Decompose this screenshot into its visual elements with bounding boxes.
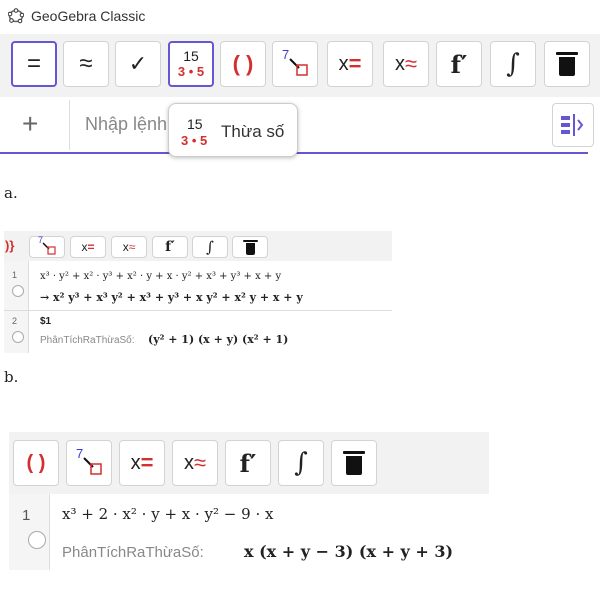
row-input[interactable]: x³ + 2 · x² · y + x · y² − 9 · x: [62, 505, 273, 523]
expand-tool-button-c[interactable]: ( ): [13, 440, 59, 486]
factor-top: 15: [183, 48, 199, 64]
derivative-tool-button-b[interactable]: f′: [152, 236, 188, 258]
row2-result: (y² + 1) (x + y) (x² + 1): [148, 333, 289, 346]
factor-label: PhânTíchRaThừaSố:: [62, 544, 204, 561]
row-separator: [4, 310, 392, 311]
row1-output: → x² y³ + x³ y² + x³ + y³ + x y² + x² y …: [40, 291, 303, 304]
row-visibility-toggle[interactable]: [28, 531, 46, 549]
row-number: 2: [12, 316, 18, 326]
row1-input[interactable]: x³ · y² + x² · y³ + x² · y + x · y² + x³…: [40, 271, 281, 282]
row-divider: [69, 100, 70, 150]
substitute-icon: 7: [74, 446, 104, 478]
row-number-gutter: [9, 494, 50, 570]
integral-tool-button-b[interactable]: ∫: [192, 236, 228, 258]
factor-tool-button[interactable]: 15 3 • 5: [168, 41, 214, 87]
row-number: 1: [22, 507, 31, 524]
expand-label: ( ): [232, 51, 254, 76]
row2-label: PhânTíchRaThừaSố:: [40, 335, 135, 346]
trash-icon: [242, 239, 258, 255]
derivative-tool-button-c[interactable]: f′: [225, 440, 271, 486]
row-number: 1: [12, 270, 18, 280]
integral-tool-button[interactable]: ∫: [490, 41, 536, 87]
solve-numeric-tool-button-b[interactable]: x ≈: [111, 236, 147, 258]
substitute-tool-button-b[interactable]: 7: [29, 235, 65, 258]
label-a: a.: [4, 184, 18, 202]
tooltip: 15 3 • 5 Thừa số: [168, 103, 298, 157]
row-visibility-toggle[interactable]: [12, 285, 24, 297]
solve-tool-button[interactable]: x =: [327, 41, 373, 87]
substitute-icon: 7: [34, 235, 60, 257]
solve-numeric-tool-button-c[interactable]: x ≈: [172, 440, 218, 486]
algebra-panel-toggle-button[interactable]: [552, 103, 594, 147]
add-row-button[interactable]: +: [22, 108, 38, 140]
substitute-icon: 7: [280, 47, 310, 79]
factor-bottom: 3 • 5: [177, 64, 205, 79]
solve-numeric-tool-button[interactable]: x ≈: [383, 41, 429, 87]
integral-tool-button-c[interactable]: ∫: [278, 440, 324, 486]
expand-tool-partial[interactable]: )}: [5, 238, 14, 253]
app-title: GeoGebra Classic: [31, 8, 146, 24]
app-title-bar: GeoGebra Classic: [0, 0, 600, 34]
substitute-tool-button-c[interactable]: 7: [66, 440, 112, 486]
row2-input[interactable]: $1: [40, 316, 51, 327]
trash-icon: [343, 451, 365, 475]
factor-result: x (x + y − 3) (x + y + 3): [244, 542, 454, 561]
geogebra-logo-icon: [7, 8, 25, 24]
solve-tool-button-b[interactable]: x =: [70, 236, 106, 258]
delete-tool-button-b[interactable]: [232, 236, 268, 258]
numeric-tool-button[interactable]: ≈: [63, 41, 109, 87]
solve-tool-button-c[interactable]: x =: [119, 440, 165, 486]
substitute-tool-button[interactable]: 7: [272, 41, 318, 87]
row-visibility-toggle[interactable]: [12, 331, 24, 343]
command-input[interactable]: Nhập lệnh: [85, 114, 167, 135]
trash-icon: [556, 52, 578, 76]
delete-tool-button-c[interactable]: [331, 440, 377, 486]
label-b: b.: [4, 368, 19, 386]
keep-input-tool-button[interactable]: ✓: [115, 41, 161, 87]
expand-tool-button[interactable]: ( ): [220, 41, 266, 87]
derivative-tool-button[interactable]: f′: [436, 41, 482, 87]
evaluate-tool-button[interactable]: =: [11, 41, 57, 87]
delete-tool-button[interactable]: [544, 41, 590, 87]
